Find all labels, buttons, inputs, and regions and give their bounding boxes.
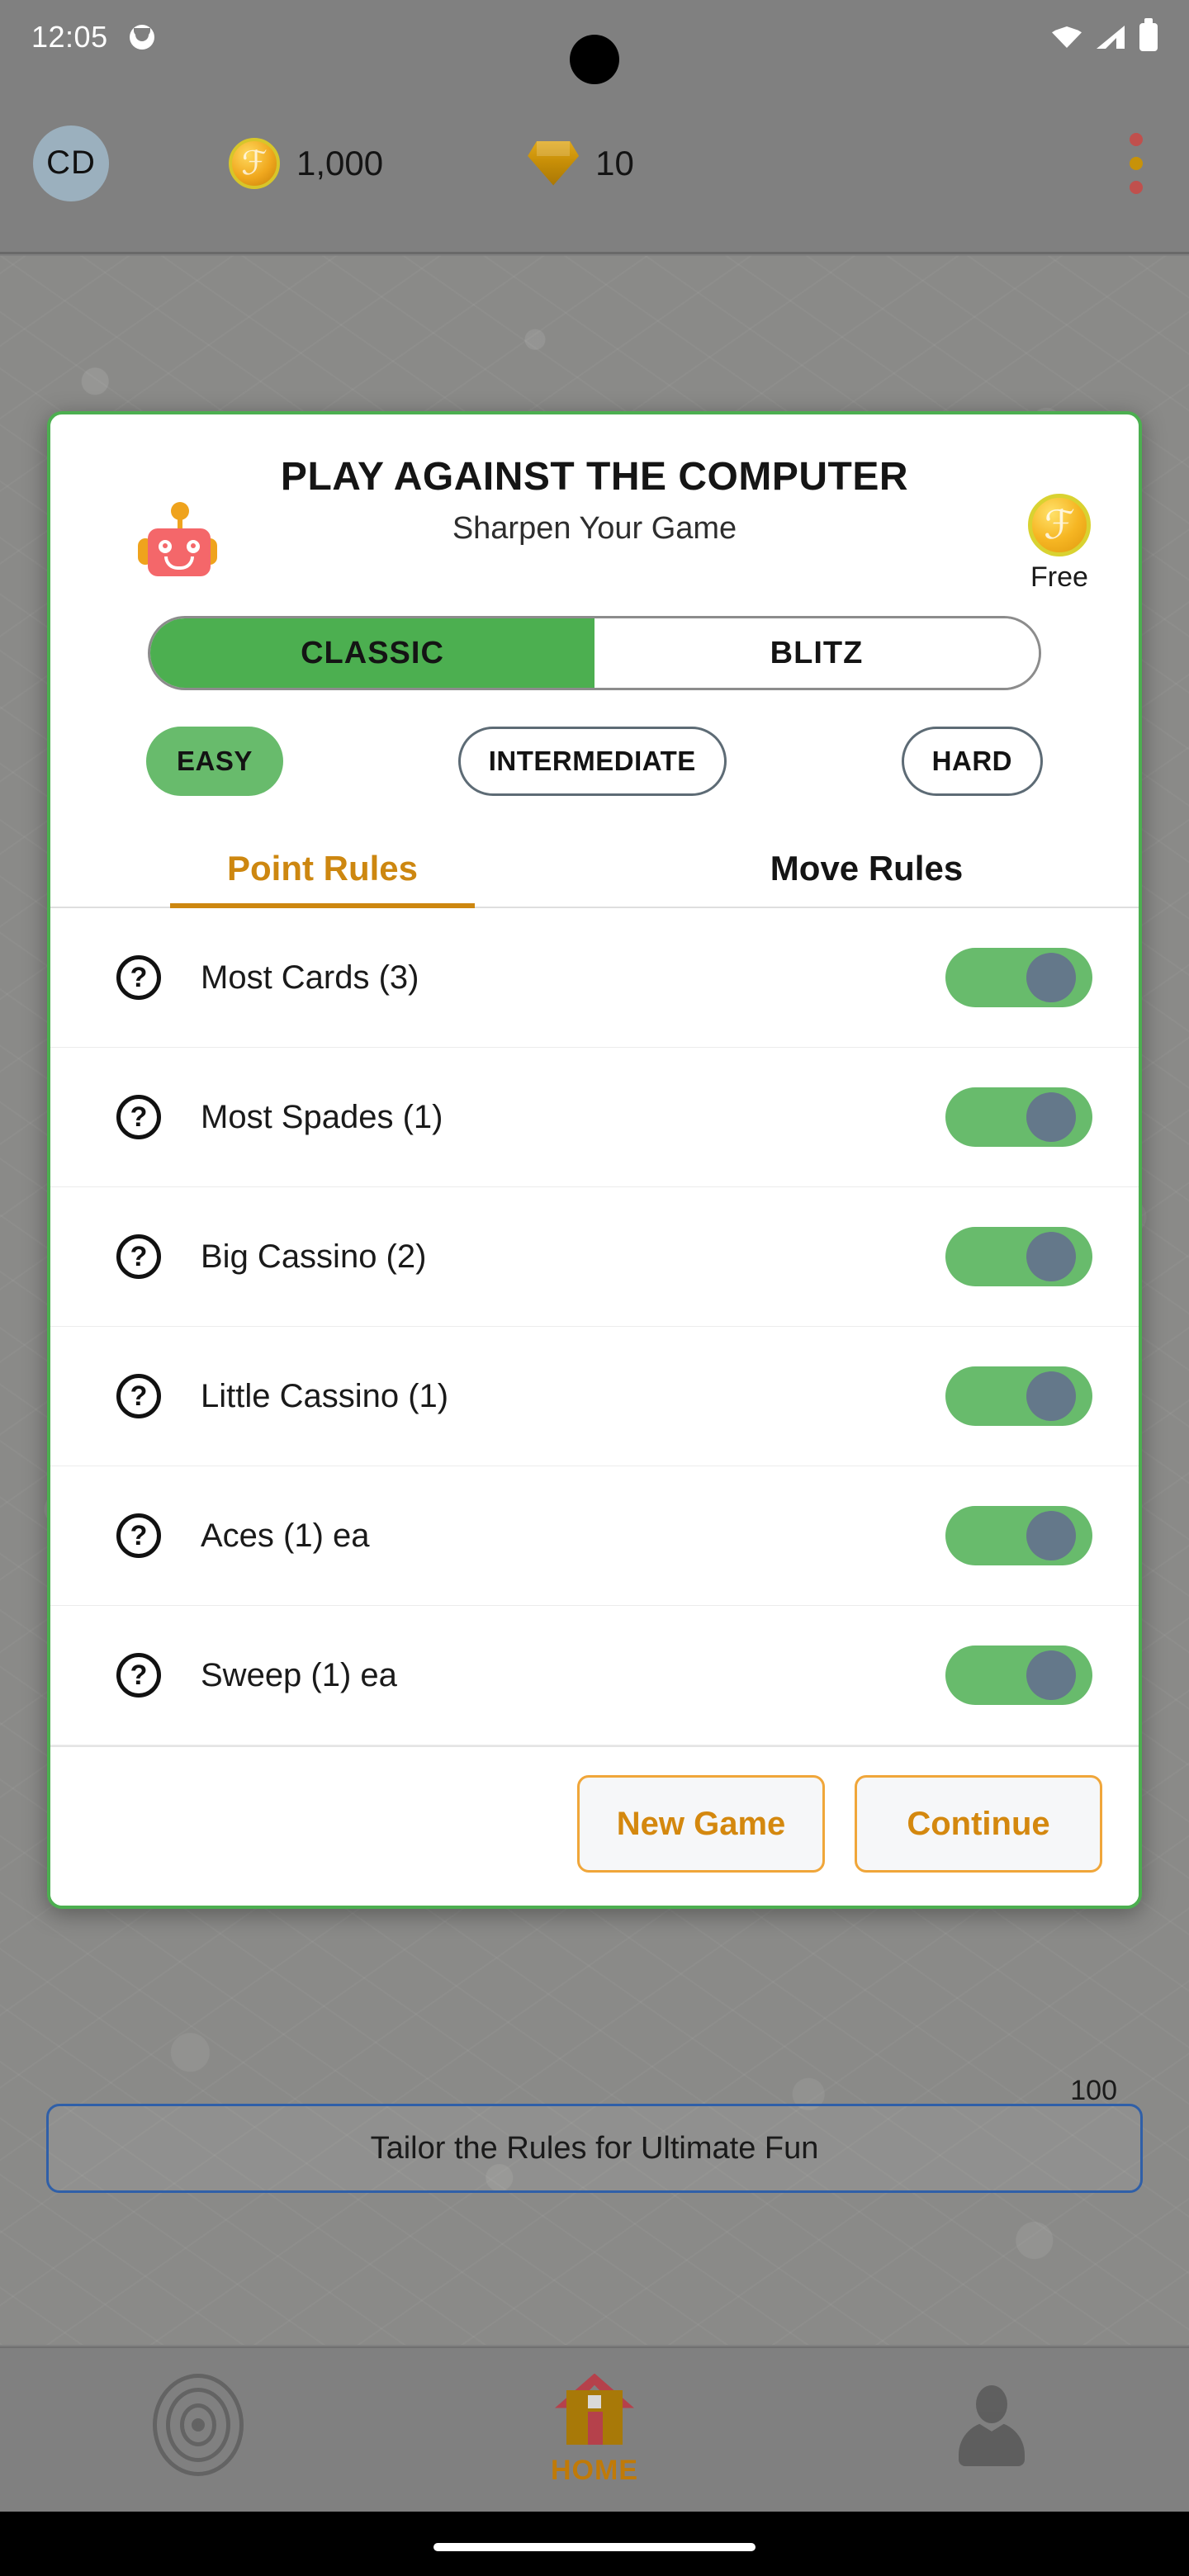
difficulty-label-intermediate: INTERMEDIATE (488, 746, 696, 776)
robot-icon (138, 502, 217, 578)
help-icon[interactable]: ? (116, 1513, 161, 1558)
profile-icon (954, 2385, 1028, 2466)
gold-coin-icon (1028, 494, 1091, 556)
home-icon (555, 2373, 634, 2445)
rule-label: Sweep (1) ea (201, 1656, 397, 1693)
wifi-icon (1052, 26, 1082, 48)
table-row: ? Sweep (1) ea (50, 1606, 1139, 1745)
entry-cost-label: Free (1030, 561, 1088, 593)
table-row: ? Aces (1) ea (50, 1466, 1139, 1606)
play-against-computer-dialog: PLAY AGAINST THE COMPUTER Sharpen Your G… (47, 411, 1142, 1909)
gesture-pill[interactable] (433, 2543, 756, 2551)
dialog-footer: New Game Continue (50, 1745, 1139, 1906)
dialog-subtitle: Sharpen Your Game (452, 511, 737, 546)
table-row: ? Little Cassino (1) (50, 1327, 1139, 1466)
cellular-signal-icon (1097, 26, 1125, 49)
table-row: ? Most Spades (1) (50, 1048, 1139, 1187)
tab-label-point-rules: Point Rules (226, 849, 419, 888)
difficulty-selector: EASY INTERMEDIATE HARD (146, 727, 1043, 796)
mode-label-classic: CLASSIC (301, 635, 444, 670)
background-card-text: Tailor the Rules for Ultimate Fun (370, 2130, 819, 2166)
tab-label-move-rules: Move Rules (770, 849, 964, 888)
mode-tab-classic[interactable]: CLASSIC (150, 618, 594, 688)
dialog-header: PLAY AGAINST THE COMPUTER Sharpen Your G… (50, 414, 1139, 604)
background-card-badge: 100 (1070, 2075, 1117, 2106)
rule-toggle[interactable] (945, 948, 1092, 1007)
rule-label: Big Cassino (2) (201, 1238, 427, 1275)
dialog-title: PLAY AGAINST THE COMPUTER (280, 455, 909, 499)
rules-list: ? Most Cards (3) ? Most Spades (1) ? Big… (50, 908, 1139, 1745)
table-row: ? Most Cards (3) (50, 908, 1139, 1048)
game-mode-segmented-control: CLASSIC BLITZ (148, 616, 1041, 690)
status-time: 12:05 (31, 20, 108, 54)
difficulty-chip-easy[interactable]: EASY (146, 727, 283, 796)
rule-toggle[interactable] (945, 1506, 1092, 1565)
help-icon[interactable]: ? (116, 1653, 161, 1698)
rule-toggle[interactable] (945, 1366, 1092, 1426)
game-top-bar: CD 1,000 10 (0, 74, 1189, 254)
difficulty-chip-intermediate[interactable]: INTERMEDIATE (457, 727, 727, 796)
rule-label: Most Cards (3) (201, 959, 419, 996)
gem-icon (528, 140, 580, 186)
gesture-navigation-bar (0, 2512, 1189, 2576)
gem-amount: 10 (595, 143, 634, 182)
coin-balance[interactable]: 1,000 (229, 137, 384, 189)
nav-label-home: HOME (551, 2454, 638, 2486)
battery-icon (1139, 18, 1158, 51)
difficulty-label-hard: HARD (931, 746, 1012, 776)
entry-cost: Free (1028, 494, 1091, 594)
background-rules-card[interactable]: 100 Tailor the Rules for Ultimate Fun (46, 2075, 1143, 2193)
continue-label: Continue (907, 1805, 1050, 1842)
rule-toggle[interactable] (945, 1087, 1092, 1147)
help-icon[interactable]: ? (116, 955, 161, 1000)
app-screen: 12:05 CD 1,000 10 100 Tailor the Rules f (0, 0, 1189, 2576)
rule-label: Aces (1) ea (201, 1517, 370, 1554)
help-icon[interactable]: ? (116, 1234, 161, 1279)
rule-label: Most Spades (1) (201, 1098, 443, 1135)
coin-amount: 1,000 (296, 143, 384, 182)
tab-move-rules[interactable]: Move Rules (594, 837, 1139, 907)
avatar-initials: CD (46, 144, 96, 181)
rule-toggle[interactable] (945, 1227, 1092, 1286)
rules-tabs: Point Rules Move Rules (50, 837, 1139, 908)
difficulty-chip-hard[interactable]: HARD (901, 727, 1043, 796)
avatar[interactable]: CD (33, 125, 109, 201)
overflow-menu-icon[interactable] (1116, 121, 1156, 206)
table-row: ? Big Cassino (2) (50, 1187, 1139, 1327)
nav-item-profile[interactable] (883, 2385, 1098, 2474)
notification-app-icon (129, 25, 154, 50)
gem-balance[interactable]: 10 (528, 140, 634, 186)
mode-label-blitz: BLITZ (770, 635, 864, 670)
help-icon[interactable]: ? (116, 1374, 161, 1418)
mode-tab-blitz[interactable]: BLITZ (594, 618, 1039, 688)
nav-item-home[interactable]: HOME (487, 2373, 702, 2487)
rule-label: Little Cassino (1) (201, 1377, 449, 1414)
continue-button[interactable]: Continue (855, 1775, 1102, 1873)
rule-toggle[interactable] (945, 1646, 1092, 1705)
bottom-navigation: HOME (0, 2346, 1189, 2512)
nav-item-broadcast[interactable] (91, 2374, 306, 2476)
help-icon[interactable]: ? (116, 1095, 161, 1139)
new-game-label: New Game (616, 1805, 786, 1842)
tab-point-rules[interactable]: Point Rules (50, 837, 594, 908)
new-game-button[interactable]: New Game (577, 1775, 825, 1873)
difficulty-label-easy: EASY (177, 746, 253, 776)
gold-coin-icon (229, 137, 280, 189)
broadcast-icon (153, 2374, 244, 2476)
status-indicators (1052, 18, 1158, 51)
camera-punch-hole (570, 35, 619, 84)
